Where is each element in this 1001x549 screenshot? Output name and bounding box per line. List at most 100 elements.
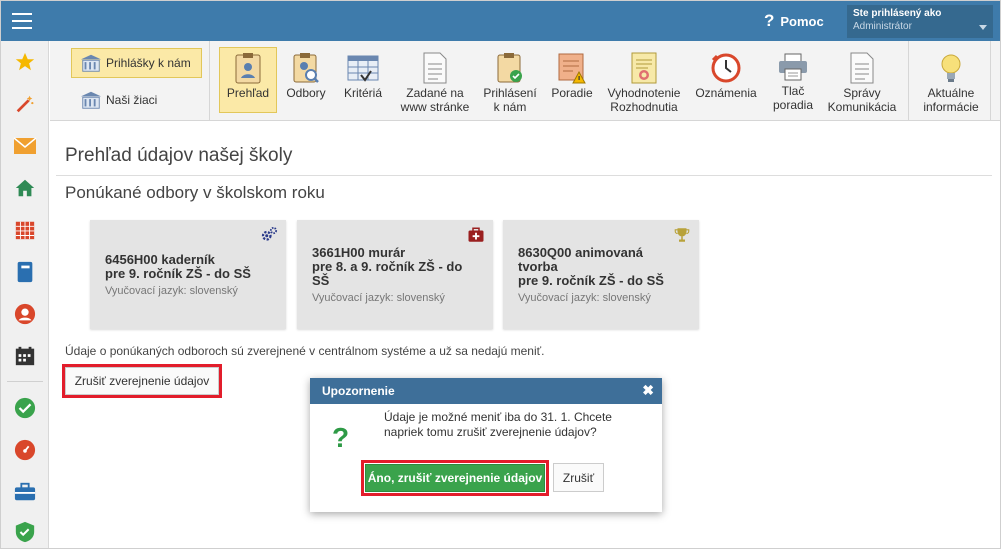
dialog-header: Upozornenie ✖ bbox=[310, 378, 662, 404]
ribbon-fields-button[interactable]: Odbory bbox=[281, 47, 331, 113]
star-icon[interactable] bbox=[12, 49, 38, 75]
ribbon-evaluation-label-1: Vyhodnotenie bbox=[607, 86, 681, 100]
first-aid-icon bbox=[468, 227, 484, 242]
clock-icon bbox=[710, 52, 742, 84]
clipboard-search-icon bbox=[290, 52, 322, 84]
warning-dialog: Upozornenie ✖ ? Údaje je možné meniť iba… bbox=[310, 378, 662, 512]
field-card[interactable]: 8630Q00 animovaná tvorba pre 9. ročník Z… bbox=[503, 220, 699, 329]
shield-icon[interactable] bbox=[12, 519, 38, 545]
ribbon-evaluation-label-2: Rozhodnutia bbox=[610, 100, 678, 114]
ribbon-ranking-button[interactable]: Poradie bbox=[546, 47, 598, 113]
published-info-text: Údaje o ponúkaných odboroch sú zverejnen… bbox=[65, 344, 545, 358]
card-title: 8630Q00 animovaná tvorba bbox=[518, 244, 644, 274]
user-dropdown[interactable]: Ste prihlásený ako Administrátor bbox=[847, 5, 993, 38]
dialog-cancel-button[interactable]: Zrušiť bbox=[553, 463, 604, 492]
envelope-icon[interactable] bbox=[12, 133, 38, 159]
close-icon[interactable]: ✖ bbox=[642, 382, 654, 399]
help-label: Pomoc bbox=[780, 13, 824, 29]
magic-wand-icon[interactable] bbox=[12, 91, 38, 117]
card-language: Vyučovací jazyk: slovenský bbox=[312, 291, 445, 304]
ribbon-messages-label-2: Komunikácia bbox=[827, 100, 897, 114]
lightbulb-icon bbox=[935, 52, 967, 84]
field-card[interactable]: 6456H00 kaderník pre 9. ročník ZŠ - do S… bbox=[90, 220, 286, 329]
trophy-icon bbox=[674, 228, 690, 242]
field-card[interactable]: 3661H00 murár pre 8. a 9. ročník ZŠ - do… bbox=[297, 220, 493, 329]
ribbon-messages-button[interactable]: Správy Komunikácia bbox=[824, 47, 900, 114]
clipboard-person-icon bbox=[232, 52, 264, 84]
ribbon-web-entered-label-1: Zadané na bbox=[406, 86, 464, 100]
title-divider bbox=[56, 175, 992, 176]
ribbon-divider bbox=[908, 41, 909, 121]
ribbon-applied-label-2: k nám bbox=[493, 100, 527, 114]
ribbon-news-label-2: informácie bbox=[923, 100, 979, 114]
top-bar: ? Pomoc Ste prihlásený ako Administrátor bbox=[1, 1, 1000, 41]
help-link[interactable]: ? Pomoc bbox=[764, 11, 824, 31]
card-subtitle: pre 9. ročník ZŠ - do SŠ bbox=[105, 265, 251, 281]
ribbon-ranking-label: Poradie bbox=[551, 86, 593, 100]
notebook-icon[interactable] bbox=[12, 259, 38, 285]
section-title: Ponúkané odbory v školskom roku bbox=[65, 183, 325, 202]
user-icon[interactable] bbox=[12, 301, 38, 327]
ribbon-our-students-label: Naši žiaci bbox=[106, 93, 158, 107]
cancel-publication-button[interactable]: Zrušiť zverejnenie údajov bbox=[65, 367, 219, 395]
ribbon-criteria-label: Kritériá bbox=[343, 86, 382, 100]
clipboard-check-icon bbox=[494, 52, 526, 84]
card-title: 3661H00 murár bbox=[312, 244, 406, 260]
ribbon-overview-label: Prehľad bbox=[226, 86, 270, 100]
sidebar-divider bbox=[7, 381, 43, 382]
user-label: Ste prihlásený ako bbox=[853, 8, 942, 19]
school-icon bbox=[80, 91, 102, 109]
page-title: Prehľad údajov našej školy bbox=[65, 145, 293, 166]
ribbon-applied-button[interactable]: Prihlásení k nám bbox=[480, 47, 540, 114]
ribbon-evaluation-button[interactable]: Vyhodnotenie Rozhodnutia bbox=[604, 47, 684, 114]
chevron-down-icon bbox=[979, 25, 987, 30]
card-subtitle: pre 8. a 9. ročník ZŠ - do SŠ bbox=[312, 258, 463, 288]
calendar-grid-icon[interactable] bbox=[12, 217, 38, 243]
ribbon-side-group: Prihlášky k nám Naši žiaci bbox=[50, 41, 210, 121]
ribbon-web-entered-button[interactable]: Zadané na www stránke bbox=[395, 47, 475, 114]
user-name: Administrátor bbox=[853, 21, 912, 32]
certificate-icon bbox=[628, 52, 660, 84]
message-document-icon bbox=[846, 52, 878, 84]
schedule-icon[interactable] bbox=[12, 343, 38, 369]
ribbon-overview-button[interactable]: Prehľad bbox=[219, 47, 277, 113]
document-icon bbox=[419, 52, 451, 84]
printer-icon bbox=[777, 52, 809, 82]
ribbon-news-button[interactable]: Aktuálne informácie bbox=[916, 47, 986, 114]
ribbon-print-label-2: poradia bbox=[772, 98, 814, 112]
card-title: 6456H00 kaderník bbox=[105, 251, 215, 267]
ranking-warning-icon bbox=[556, 52, 588, 84]
ribbon-applied-label-1: Prihlásení bbox=[483, 86, 537, 100]
question-mark-icon: ? bbox=[764, 11, 775, 30]
card-language: Vyučovací jazyk: slovenský bbox=[105, 284, 238, 297]
hamburger-menu-icon[interactable] bbox=[9, 9, 37, 33]
ribbon-toolbar: Prihlášky k nám Naši žiaci Prehľad Odbor… bbox=[50, 41, 1000, 121]
ribbon-print-label-1: Tlač bbox=[781, 84, 805, 98]
ribbon-notifications-button[interactable]: Oznámenia bbox=[690, 47, 762, 113]
sidebar bbox=[1, 41, 49, 548]
briefcase-icon[interactable] bbox=[12, 479, 38, 505]
ribbon-print-button[interactable]: Tlač poradia bbox=[768, 47, 818, 113]
ribbon-criteria-button[interactable]: Kritériá bbox=[338, 47, 388, 113]
ribbon-applications-label: Prihlášky k nám bbox=[106, 56, 191, 70]
ribbon-divider bbox=[990, 41, 991, 121]
dialog-message: Údaje je možné meniť iba do 31. 1. Chcet… bbox=[384, 410, 612, 439]
ribbon-web-entered-label-2: www stránke bbox=[400, 100, 470, 114]
ribbon-messages-label-1: Správy bbox=[843, 86, 881, 100]
ribbon-notifications-label: Oznámenia bbox=[695, 86, 757, 100]
dialog-title: Upozornenie bbox=[322, 384, 395, 398]
table-icon bbox=[347, 52, 379, 84]
gears-icon bbox=[261, 226, 278, 241]
app-window: ? Pomoc Ste prihlásený ako Administrátor bbox=[0, 0, 1001, 549]
ribbon-our-students-button[interactable]: Naši žiaci bbox=[71, 85, 202, 115]
school-icon bbox=[80, 54, 102, 72]
gauge-icon[interactable] bbox=[12, 437, 38, 463]
ribbon-applications-button[interactable]: Prihlášky k nám bbox=[71, 48, 202, 78]
ribbon-fields-label: Odbory bbox=[286, 86, 326, 100]
confirm-cancel-publication-button[interactable]: Áno, zrušiť zverejnenie údajov bbox=[365, 464, 545, 492]
home-icon[interactable] bbox=[12, 175, 38, 201]
card-language: Vyučovací jazyk: slovenský bbox=[518, 291, 651, 304]
check-icon[interactable] bbox=[12, 395, 38, 421]
card-subtitle: pre 9. ročník ZŠ - do SŠ bbox=[518, 272, 664, 288]
question-icon: ? bbox=[332, 422, 350, 453]
